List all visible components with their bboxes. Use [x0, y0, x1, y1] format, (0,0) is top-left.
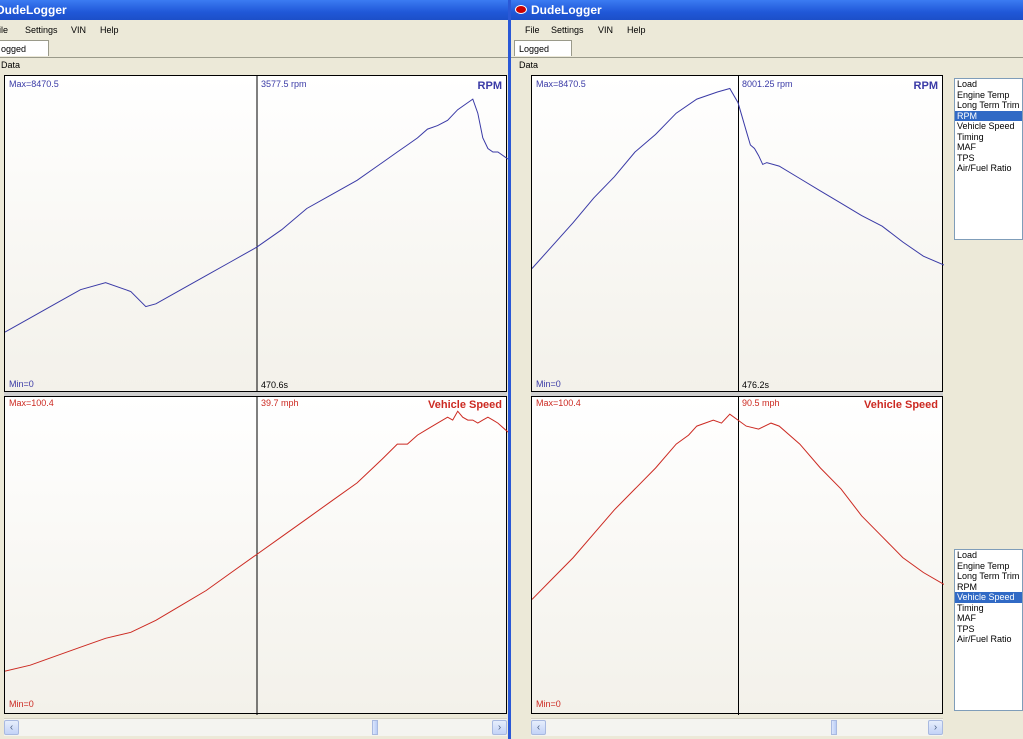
scroll-right-arrow-icon[interactable]: › — [492, 720, 507, 735]
menu-vin[interactable]: VIN — [71, 20, 86, 40]
channel-item[interactable]: Load — [955, 550, 1022, 561]
menu-help[interactable]: Help — [100, 20, 119, 40]
channel-list-bottom[interactable]: Load Engine Temp Long Term Trim RPM Vehi… — [954, 549, 1023, 711]
channel-item[interactable]: Engine Temp — [955, 561, 1022, 572]
speed-chart-name: Vehicle Speed — [864, 399, 938, 411]
speed-chart[interactable]: Max=100.4 90.5 mph Vehicle Speed Min=0 — [531, 396, 944, 715]
rpm-chart-name: RPM — [477, 80, 502, 92]
speed-max-label: Max=100.4 — [9, 398, 54, 408]
channel-item[interactable]: TPS — [955, 624, 1022, 635]
rpm-min-label: Min=0 — [9, 379, 34, 389]
channel-item[interactable]: Timing — [955, 132, 1022, 143]
channel-item[interactable]: RPM — [955, 582, 1022, 593]
app-logo-icon — [515, 5, 527, 14]
channel-item[interactable]: Timing — [955, 603, 1022, 614]
channel-item[interactable]: Long Term Trim — [955, 571, 1022, 582]
speed-chart-name: Vehicle Speed — [428, 399, 502, 411]
speed-plot — [532, 397, 944, 715]
speed-max-label: Max=100.4 — [536, 398, 581, 408]
rpm-chart[interactable]: Max=8470.5 8001.25 rpm RPM Min=0 476.2s — [531, 75, 944, 393]
tab-strip: Logged Data — [511, 40, 1023, 70]
window-title: DudeLogger — [0, 3, 67, 17]
scroll-left-arrow-icon[interactable]: ‹ — [4, 720, 19, 735]
menu-settings[interactable]: Settings — [25, 20, 58, 40]
speed-cursor-value: 39.7 mph — [261, 398, 299, 408]
rpm-max-label: Max=8470.5 — [9, 79, 59, 89]
channel-item[interactable]: Long Term Trim — [955, 100, 1022, 111]
menu-bar: ile Settings VIN Help — [0, 20, 508, 40]
channel-item[interactable]: Engine Temp — [955, 90, 1022, 101]
channel-item[interactable]: Load — [955, 79, 1022, 90]
menu-file[interactable]: ile — [0, 20, 8, 40]
title-bar[interactable]: DudeLogger — [0, 0, 508, 20]
dudelogger-window-left: DudeLogger ile Settings VIN Help ogged D… — [0, 0, 508, 739]
menu-help[interactable]: Help — [627, 20, 646, 40]
rpm-chart-name: RPM — [913, 80, 938, 92]
speed-plot — [5, 397, 508, 715]
channel-item[interactable]: TPS — [955, 153, 1022, 164]
speed-min-label: Min=0 — [9, 699, 34, 709]
menu-file[interactable]: File — [525, 20, 540, 40]
rpm-cursor-value: 8001.25 rpm — [742, 79, 793, 89]
window-title: DudeLogger — [531, 3, 602, 17]
rpm-plot — [5, 76, 508, 393]
rpm-max-label: Max=8470.5 — [536, 79, 586, 89]
rpm-cursor-value: 3577.5 rpm — [261, 79, 307, 89]
scroll-left-arrow-icon[interactable]: ‹ — [531, 720, 546, 735]
menu-bar: File Settings VIN Help — [511, 20, 1023, 40]
horizontal-scrollbar[interactable]: ‹ › — [531, 718, 943, 736]
title-bar[interactable]: DudeLogger — [511, 0, 1023, 20]
channel-item-selected[interactable]: Vehicle Speed — [955, 592, 1022, 603]
scroll-thumb[interactable] — [372, 720, 378, 735]
tab-logged-data[interactable]: ogged Data — [0, 40, 49, 70]
channel-item[interactable]: Vehicle Speed — [955, 121, 1022, 132]
rpm-chart[interactable]: Max=8470.5 3577.5 rpm RPM Min=0 470.6s — [4, 75, 508, 393]
speed-min-label: Min=0 — [536, 699, 561, 709]
speed-cursor-value: 90.5 mph — [742, 398, 780, 408]
channel-item-selected[interactable]: RPM — [955, 110, 1022, 121]
cursor-time-label: 476.2s — [742, 380, 770, 390]
cursor-time-label: 470.6s — [261, 380, 289, 390]
rpm-min-label: Min=0 — [536, 379, 561, 389]
tab-logged-data[interactable]: Logged Data — [514, 40, 572, 70]
menu-settings[interactable]: Settings — [551, 20, 584, 40]
channel-item[interactable]: Air/Fuel Ratio — [955, 634, 1022, 645]
channel-list-top[interactable]: Load Engine Temp Long Term Trim RPM Vehi… — [954, 78, 1023, 240]
channel-item[interactable]: MAF — [955, 613, 1022, 624]
tab-strip: ogged Data — [0, 40, 508, 70]
speed-chart[interactable]: Max=100.4 39.7 mph Vehicle Speed Min=0 — [4, 396, 508, 715]
dudelogger-window-right: DudeLogger File Settings VIN Help Logged… — [511, 0, 1023, 739]
channel-item[interactable]: MAF — [955, 142, 1022, 153]
horizontal-scrollbar[interactable]: ‹ › — [4, 718, 507, 736]
channel-item[interactable]: Air/Fuel Ratio — [955, 163, 1022, 174]
scroll-thumb[interactable] — [831, 720, 837, 735]
scroll-right-arrow-icon[interactable]: › — [928, 720, 943, 735]
menu-vin[interactable]: VIN — [598, 20, 613, 40]
rpm-plot — [532, 76, 944, 393]
